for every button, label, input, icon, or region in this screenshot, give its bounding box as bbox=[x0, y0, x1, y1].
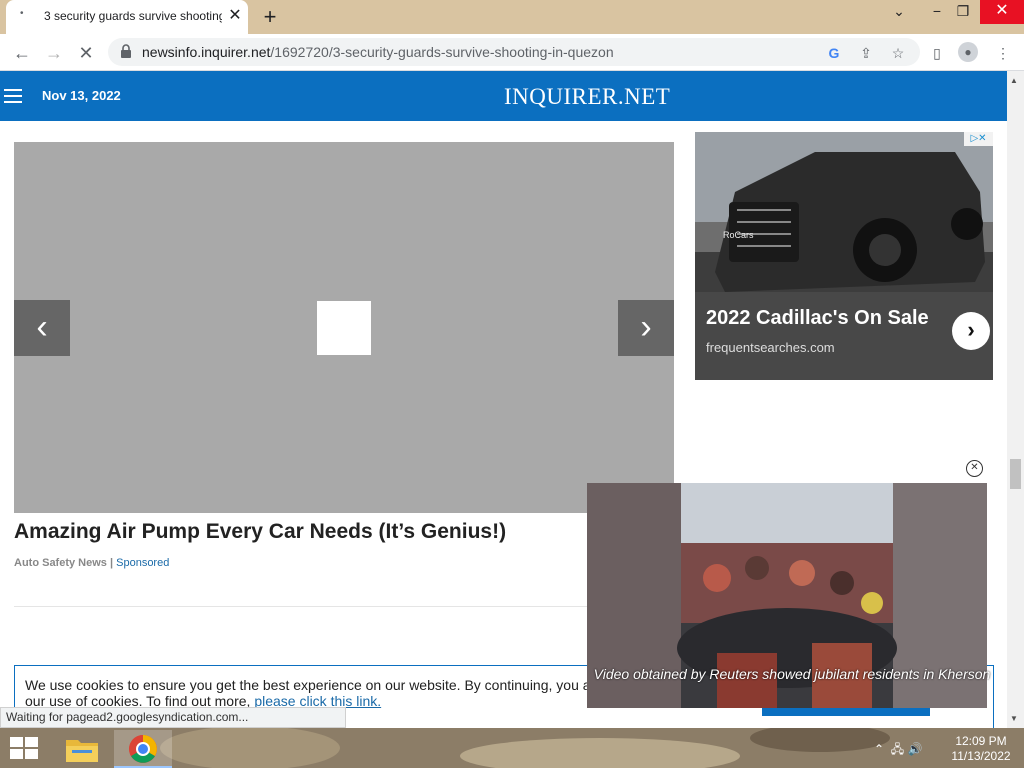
slide-image-placeholder bbox=[317, 301, 371, 355]
slide-prev-button[interactable]: ‹ bbox=[14, 300, 70, 356]
volume-icon[interactable]: 🔊 bbox=[907, 742, 922, 756]
forward-arrow-icon[interactable]: → bbox=[42, 41, 66, 65]
side-panel-icon[interactable]: ▯ bbox=[926, 42, 948, 64]
browser-status-bubble: Waiting for pagead2.googlesyndication.co… bbox=[0, 707, 346, 728]
vertical-scrollbar[interactable] bbox=[1007, 71, 1024, 728]
system-tray[interactable]: ⌃ 🖧 🔊 bbox=[874, 740, 922, 761]
sponsored-ad-title[interactable]: Amazing Air Pump Every Car Needs (It’s G… bbox=[14, 520, 506, 544]
scroll-down-arrow-icon[interactable]: ▼ bbox=[1010, 714, 1018, 723]
scrollbar-thumb[interactable] bbox=[1010, 459, 1021, 489]
google-g-icon[interactable]: G bbox=[823, 42, 845, 64]
video-caption: Video obtained by Reuters showed jubilan… bbox=[593, 666, 991, 682]
clock-time: 12:09 PM bbox=[955, 734, 1007, 748]
video-close-icon[interactable]: ✕ bbox=[966, 460, 983, 477]
side-ad-go-arrow-icon[interactable]: › bbox=[952, 312, 990, 350]
ad-source-separator: | bbox=[109, 557, 114, 569]
taskbar-clock[interactable]: 12:09 PM 11/13/2022 bbox=[950, 734, 1012, 764]
cookie-text-line-1: We use cookies to ensure you get the bes… bbox=[25, 677, 587, 693]
content-divider bbox=[14, 606, 674, 607]
restore-button[interactable]: ❐ bbox=[946, 0, 980, 24]
bookmark-star-icon[interactable]: ☆ bbox=[887, 42, 909, 64]
chrome-taskbar-button[interactable] bbox=[114, 730, 172, 768]
adchoices-icon[interactable]: ▷✕ bbox=[964, 132, 993, 146]
slide-next-button[interactable]: › bbox=[618, 300, 674, 356]
browser-tab[interactable]: • 3 security guards survive shooting in … bbox=[6, 0, 248, 34]
tab-close-icon[interactable]: ✕ bbox=[225, 6, 245, 26]
site-date: Nov 13, 2022 bbox=[42, 88, 121, 103]
window-close-button[interactable]: ✕ bbox=[980, 0, 1024, 24]
side-ad-title[interactable]: 2022 Cadillac's On Sale bbox=[706, 307, 929, 330]
stop-icon[interactable]: ✕ bbox=[74, 41, 98, 65]
ad-source-name[interactable]: Auto Safety News bbox=[14, 557, 107, 569]
tray-overflow-icon[interactable]: ⌃ bbox=[874, 742, 884, 756]
share-icon[interactable]: ⇪ bbox=[855, 42, 877, 64]
hamburger-menu-icon[interactable] bbox=[4, 89, 22, 103]
network-icon[interactable]: 🖧 bbox=[891, 742, 904, 756]
license-plate-text: RoCars bbox=[723, 230, 754, 240]
lock-icon[interactable] bbox=[120, 44, 132, 58]
back-arrow-icon[interactable]: ← bbox=[10, 41, 34, 65]
file-explorer-icon[interactable] bbox=[62, 732, 102, 766]
chrome-icon bbox=[129, 735, 157, 763]
site-logo[interactable]: INQUIRER.NET bbox=[504, 84, 670, 110]
side-ad-source[interactable]: frequentsearches.com bbox=[706, 340, 835, 355]
url-text[interactable]: newsinfo.inquirer.net/1692720/3-security… bbox=[142, 44, 614, 60]
url-host: newsinfo.inquirer.net bbox=[142, 44, 271, 60]
loading-spinner-icon: • bbox=[20, 8, 24, 19]
cookie-consent-text: We use cookies to ensure you get the bes… bbox=[25, 677, 587, 709]
windows-start-icon[interactable] bbox=[10, 737, 38, 759]
sponsored-ad-source: Auto Safety News | Sponsored bbox=[14, 557, 169, 569]
new-tab-button[interactable]: + bbox=[258, 5, 282, 29]
clock-date: 11/13/2022 bbox=[951, 749, 1011, 763]
tab-title: 3 security guards survive shooting in qu… bbox=[44, 9, 222, 23]
url-path: /1692720/3-security-guards-survive-shoot… bbox=[270, 44, 614, 60]
tab-search-icon[interactable]: ⌄ bbox=[882, 0, 916, 24]
profile-avatar-icon[interactable]: ● bbox=[958, 42, 978, 62]
cookie-accept-button[interactable] bbox=[762, 708, 930, 716]
scroll-up-arrow-icon[interactable]: ▲ bbox=[1010, 76, 1018, 85]
sponsored-label[interactable]: Sponsored bbox=[116, 557, 169, 569]
more-menu-icon[interactable]: ⋮ bbox=[992, 42, 1014, 64]
